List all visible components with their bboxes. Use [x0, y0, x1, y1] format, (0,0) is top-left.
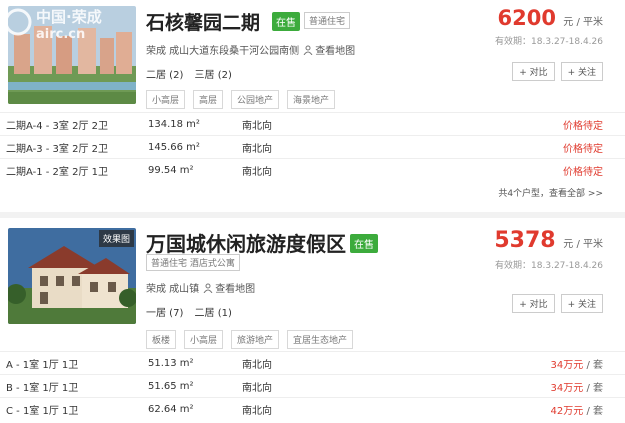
- layout-filter-3br[interactable]: 三居 (2): [195, 70, 232, 81]
- unit-list: A - 1室 1厅 1卫 51.13 m² 南北向 34万元 / 套 B - 1…: [0, 351, 625, 420]
- unit-row[interactable]: B - 1室 1厅 1卫 51.65 m² 南北向 34万元 / 套: [0, 374, 625, 397]
- feature-tag: 板楼: [146, 330, 177, 349]
- layout-filter-1br[interactable]: 一居 (7): [146, 308, 183, 319]
- feature-tag: 宜居生态地产: [287, 330, 354, 349]
- feature-tags: 板楼 小高层 旅游地产 宜居生态地产: [146, 330, 354, 349]
- compare-button[interactable]: + 对比: [512, 62, 555, 81]
- price-value: 6200: [497, 6, 556, 30]
- unit-name: B - 1室 1厅 1卫: [6, 382, 79, 394]
- person-pin-icon: [303, 45, 313, 55]
- unit-price-value: 34万元: [550, 382, 584, 394]
- unit-area: 99.54 m²: [148, 164, 194, 176]
- view-map-link[interactable]: 查看地图: [303, 42, 355, 57]
- listing-2-address: 荣成 成山镇 查看地图: [146, 280, 255, 295]
- listing-2-title[interactable]: 万国城休闲旅游度假区: [146, 228, 346, 257]
- unit-name: 二期A-3 - 3室 2厅 2卫: [6, 143, 109, 155]
- listing-card-1: 中国·荣成 airc.cn 石核馨园二期 在售 普通住宅 6200 元 / 平米…: [0, 0, 625, 205]
- feature-tag: 高层: [193, 90, 224, 109]
- unit-row[interactable]: A - 1室 1厅 1卫 51.13 m² 南北向 34万元 / 套: [0, 351, 625, 374]
- unit-price: 34万元 / 套: [551, 379, 603, 394]
- sale-status-badge: 在售: [272, 12, 300, 31]
- unit-price-per: / 套: [583, 359, 603, 371]
- listing-2-actions: + 对比 + 关注: [512, 294, 603, 313]
- unit-price-value: 34万元: [550, 359, 584, 371]
- unit-name: 二期A-1 - 2室 2厅 1卫: [6, 166, 109, 178]
- price-validity: 有效期：18.3.27-18.4.26: [495, 261, 603, 271]
- view-all-layouts-link[interactable]: 共4个户型，查看全部 >>: [498, 186, 603, 199]
- unit-area: 134.18 m²: [148, 118, 200, 130]
- unit-orientation: 南北向: [242, 359, 272, 371]
- layout-summary: 一居 (7) 二居 (1): [146, 304, 240, 319]
- follow-button[interactable]: + 关注: [560, 294, 603, 313]
- unit-price-per: / 套: [583, 382, 603, 394]
- feature-tag: 旅游地产: [231, 330, 280, 349]
- unit-name: 二期A-4 - 3室 2厅 2卫: [6, 120, 109, 132]
- listing-2-price: 5378 元 / 平米: [494, 228, 603, 253]
- unit-orientation: 南北向: [242, 120, 272, 132]
- layout-summary: 二居 (2) 三居 (2): [146, 66, 240, 81]
- rendering-badge: 效果图: [98, 230, 134, 247]
- unit-area: 62.64 m²: [148, 403, 194, 415]
- feature-tag: 公园地产: [231, 90, 280, 109]
- view-map-label: 查看地图: [215, 284, 256, 295]
- unit-orientation: 南北向: [242, 382, 272, 394]
- unit-price: 34万元 / 套: [551, 356, 603, 371]
- follow-button[interactable]: + 关注: [560, 62, 603, 81]
- unit-orientation: 南北向: [242, 143, 272, 155]
- unit-row[interactable]: 二期A-4 - 3室 2厅 2卫 134.18 m² 南北向 价格待定: [0, 112, 625, 135]
- unit-row[interactable]: 二期A-3 - 3室 2厅 2卫 145.66 m² 南北向 价格待定: [0, 135, 625, 158]
- unit-name: A - 1室 1厅 1卫: [6, 359, 79, 371]
- address-text: 荣成 成山大道东段桑干河公园南侧: [146, 46, 300, 57]
- unit-price: 价格待定: [563, 120, 603, 132]
- listing-2-thumbnail[interactable]: 效果图: [8, 228, 136, 324]
- view-map-link[interactable]: 查看地图: [203, 280, 255, 295]
- unit-row[interactable]: 二期A-1 - 2室 2厅 1卫 99.54 m² 南北向 价格待定: [0, 158, 625, 181]
- listing-1-actions: + 对比 + 关注: [512, 62, 603, 81]
- compare-button[interactable]: + 对比: [512, 294, 555, 313]
- price-unit: 元 / 平米: [563, 17, 603, 28]
- unit-orientation: 南北向: [242, 166, 272, 178]
- unit-area: 51.65 m²: [148, 380, 194, 392]
- price-value: 5378: [494, 228, 556, 253]
- unit-price: 价格待定: [563, 143, 603, 155]
- listing-1-address: 荣成 成山大道东段桑干河公园南侧 查看地图: [146, 42, 355, 57]
- unit-price: 42万元 / 套: [551, 402, 603, 417]
- address-text: 荣成 成山镇: [146, 284, 200, 295]
- unit-row[interactable]: C - 1室 1厅 1卫 62.64 m² 南北向 42万元 / 套: [0, 397, 625, 420]
- unit-price: 价格待定: [563, 166, 603, 178]
- feature-tag: 小高层: [146, 90, 186, 109]
- price-unit: 元 / 平米: [563, 239, 603, 250]
- unit-area: 51.13 m²: [148, 357, 194, 369]
- unit-area: 145.66 m²: [148, 141, 200, 153]
- person-pin-icon: [203, 283, 213, 293]
- view-map-label: 查看地图: [315, 46, 356, 57]
- sale-status-badge: 在售: [350, 234, 378, 253]
- feature-tags: 小高层 高层 公园地产 海景地产: [146, 90, 336, 109]
- feature-tag: 海景地产: [287, 90, 336, 109]
- price-validity: 有效期：18.3.27-18.4.26: [495, 37, 603, 47]
- layout-filter-2br[interactable]: 二居 (1): [195, 308, 232, 319]
- property-type-tag: 普通住宅 酒店式公寓: [146, 254, 240, 271]
- feature-tag: 小高层: [184, 330, 224, 349]
- listing-card-2: 效果图 万国城休闲旅游度假区 在售 普通住宅 酒店式公寓 5378 元 / 平米…: [0, 212, 625, 423]
- layout-filter-2br[interactable]: 二居 (2): [146, 70, 183, 81]
- listing-1-title[interactable]: 石核馨园二期: [146, 8, 260, 35]
- unit-list: 二期A-4 - 3室 2厅 2卫 134.18 m² 南北向 价格待定 二期A-…: [0, 112, 625, 181]
- building-render-image: [8, 6, 136, 104]
- property-type-tag: 普通住宅: [304, 12, 351, 29]
- listing-1-thumbnail[interactable]: [8, 6, 136, 104]
- listing-1-price: 6200 元 / 平米: [498, 6, 604, 30]
- unit-name: C - 1室 1厅 1卫: [6, 405, 79, 417]
- unit-price-per: / 套: [583, 405, 603, 417]
- unit-orientation: 南北向: [242, 405, 272, 417]
- unit-price-value: 42万元: [550, 405, 584, 417]
